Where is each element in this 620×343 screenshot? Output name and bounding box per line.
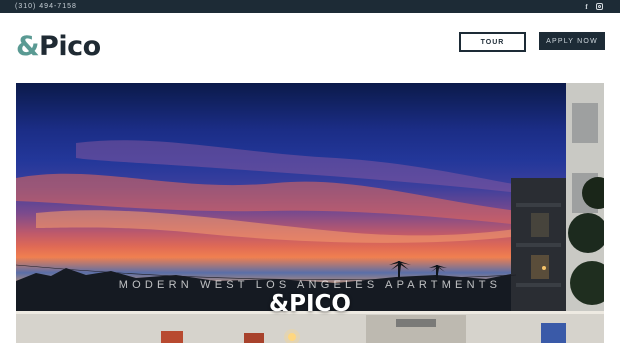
instagram-icon[interactable] (594, 1, 605, 12)
hero-tagline: Modern West Los Angeles Apartments (118, 279, 502, 291)
tour-button[interactable]: TOUR (459, 32, 526, 52)
logo-name: Pico (39, 31, 101, 62)
site-logo[interactable]: & Pico (16, 32, 101, 62)
hero-title: &PICO (269, 291, 351, 317)
phone-number[interactable]: (310) 494-7158 (15, 2, 77, 11)
facebook-icon[interactable]: f (581, 1, 592, 12)
logo-ampersand: & (16, 31, 40, 62)
hero-image: Modern West Los Angeles Apartments &PICO (16, 83, 604, 343)
apply-now-button[interactable]: APPLY NOW (539, 32, 605, 50)
top-bar: (310) 494-7158 f (0, 0, 620, 13)
